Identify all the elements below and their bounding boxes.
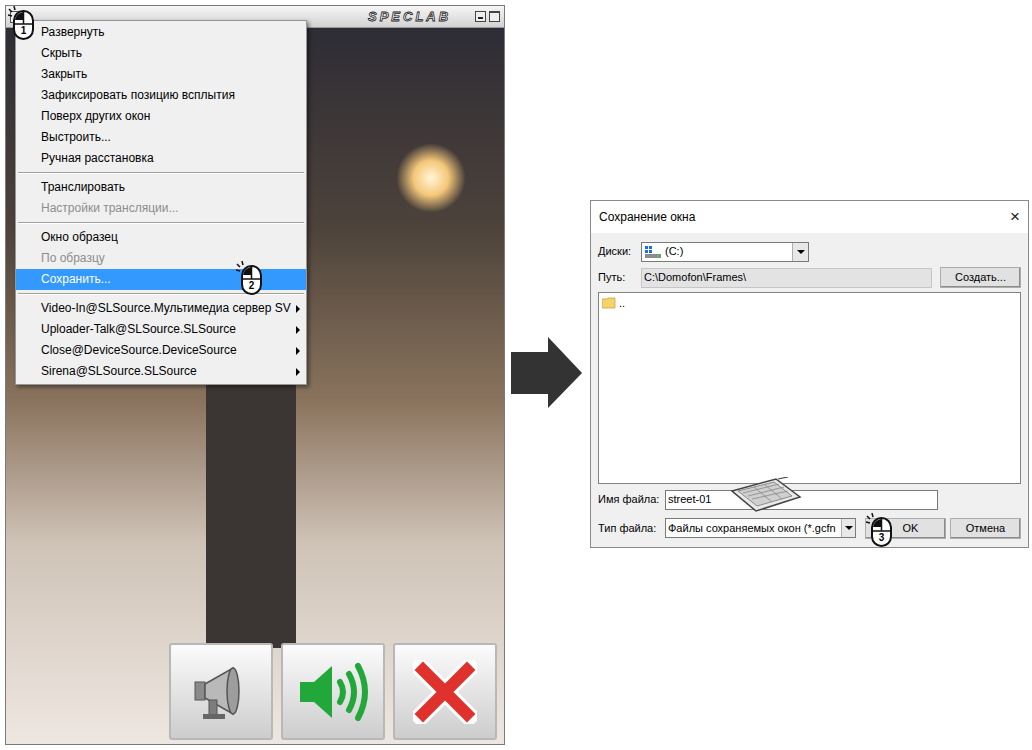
file-list-item[interactable]: .. [602, 296, 1020, 310]
menu-item[interactable]: Скрыть [16, 43, 306, 64]
menu-item-label: По образцу [41, 251, 105, 266]
menu-item: Настройки трансляции... [16, 198, 306, 219]
drive-select[interactable]: (C:) [641, 242, 809, 262]
mouse-click-icon: 3 [866, 513, 892, 547]
sound-button[interactable] [281, 643, 385, 740]
step-number: 2 [242, 279, 261, 293]
path-field: C:\Domofon\Frames\ [641, 268, 932, 288]
file-name-row: Имя файла:street-01 [598, 489, 1021, 510]
menu-item[interactable]: Sirena@SLSource.SLSource [16, 361, 306, 382]
create-folder-button[interactable]: Создать... [940, 267, 1021, 288]
maximize-button[interactable] [489, 11, 500, 22]
minimize-button[interactable] [475, 11, 486, 22]
menu-separator [18, 222, 304, 224]
file-type-label: Тип файла: [598, 520, 665, 537]
menu-item-label: Close@DeviceSource.DeviceSource [41, 343, 237, 358]
dialog-body: Диски: (C:) Путь:C:\Domofon\Frames\ Создать… [591, 233, 1028, 539]
dialog-title-bar: Сохранение окна × [591, 201, 1028, 233]
file-name: .. [619, 297, 625, 310]
create-folder-label: Создать... [955, 269, 1006, 286]
menu-item-label: Транслировать [41, 180, 125, 195]
file-name-field[interactable]: street-01 [665, 490, 938, 510]
cancel-label: Отмена [966, 520, 1005, 537]
menu-item[interactable]: Выстроить... [16, 127, 306, 148]
menu-separator [18, 293, 304, 295]
dropdown-arrow-icon [797, 250, 805, 254]
menu-item-label: Sirena@SLSource.SLSource [41, 364, 197, 379]
keyboard-icon [730, 477, 802, 513]
menu-item[interactable]: Развернуть [16, 22, 306, 43]
save-dialog: Сохранение окна × Диски: (C:) Путь:C:\Domofo… [590, 200, 1029, 548]
drive-icon [645, 246, 661, 258]
close-button[interactable]: × [1010, 208, 1020, 226]
context-menu: Развернуть Скрыть Закрыть Зафиксировать поз… [15, 20, 307, 385]
menu-item-label: Ручная расстановка [41, 151, 154, 166]
menu-item[interactable]: Зафиксировать позицию всплытия [16, 85, 306, 106]
submenu-arrow-icon [296, 368, 300, 376]
menu-separator [18, 172, 304, 174]
close-x-icon [413, 660, 477, 724]
menu-item[interactable]: Поверх других окон [16, 106, 306, 127]
file-name-label: Имя файла: [598, 491, 665, 508]
menu-item-label: Uploader-Talk@SLSource.SLSource [41, 322, 236, 337]
file-list[interactable]: .. [598, 292, 1021, 484]
mouse-click-icon: 2 [236, 261, 262, 295]
step-number: 1 [14, 24, 33, 38]
file-type-row: Тип файла:Файлы сохраняемых окон (*.gcfn… [598, 517, 1021, 539]
menu-item-label: Зафиксировать позицию всплытия [41, 88, 235, 103]
arrow-icon [511, 337, 583, 409]
menu-item[interactable]: Закрыть [16, 64, 306, 85]
menu-item-label: Развернуть [41, 25, 105, 40]
menu-item-label: Скрыть [41, 46, 82, 61]
folder-icon [602, 297, 616, 309]
dialog-title: Сохранение окна [599, 208, 695, 226]
file-type-value: Файлы сохраняемых окон (*.gcfn [666, 520, 841, 537]
menu-item[interactable]: Close@DeviceSource.DeviceSource [16, 340, 306, 361]
path-label: Путь: [598, 269, 641, 286]
menu-item-label: Video-In@SLSource.Мультимедиа сервер SV [41, 301, 291, 316]
drive-row: Диски: (C:) [598, 241, 1021, 262]
path-value: C:\Domofon\Frames\ [644, 269, 746, 286]
dropdown-arrow-icon [845, 526, 853, 530]
drive-label: Диски: [598, 243, 641, 260]
step-number: 3 [872, 531, 891, 545]
siren-button[interactable] [169, 643, 273, 740]
submenu-arrow-icon [296, 305, 300, 313]
submenu-arrow-icon [296, 347, 300, 355]
window-controls [475, 11, 500, 22]
speaker-icon [296, 662, 370, 722]
path-row: Путь:C:\Domofon\Frames\ Создать... [598, 267, 1021, 288]
drive-value: (C:) [665, 243, 792, 260]
menu-item-label: Сохранить... [41, 272, 111, 287]
control-buttons [169, 643, 497, 740]
menu-item[interactable]: Video-In@SLSource.Мультимедиа сервер SV [16, 298, 306, 319]
cancel-button[interactable]: Отмена [950, 518, 1021, 539]
menu-item[interactable]: Окно образец [16, 227, 306, 248]
close-button[interactable] [393, 643, 497, 740]
submenu-arrow-icon [296, 326, 300, 334]
menu-item[interactable]: Сохранить... [16, 269, 306, 290]
menu-item: По образцу [16, 248, 306, 269]
ok-label: OK [893, 520, 919, 537]
mouse-click-icon: 1 [8, 6, 34, 40]
menu-item[interactable]: Транслировать [16, 177, 306, 198]
dropdown-button[interactable] [841, 519, 855, 537]
menu-item[interactable]: Ручная расстановка [16, 148, 306, 169]
dropdown-button[interactable] [792, 243, 808, 261]
file-name-value: street-01 [668, 491, 711, 508]
file-type-select[interactable]: Файлы сохраняемых окон (*.gcfn [665, 518, 856, 538]
siren-icon [189, 660, 253, 724]
menu-item-label: Выстроить... [41, 130, 111, 145]
menu-item[interactable]: Uploader-Talk@SLSource.SLSource [16, 319, 306, 340]
menu-item-label: Окно образец [41, 230, 118, 245]
menu-item-label: Закрыть [41, 67, 87, 82]
menu-item-label: Поверх других окон [41, 109, 150, 124]
logo: SPECLAB [368, 9, 451, 25]
menu-item-label: Настройки трансляции... [41, 201, 178, 216]
